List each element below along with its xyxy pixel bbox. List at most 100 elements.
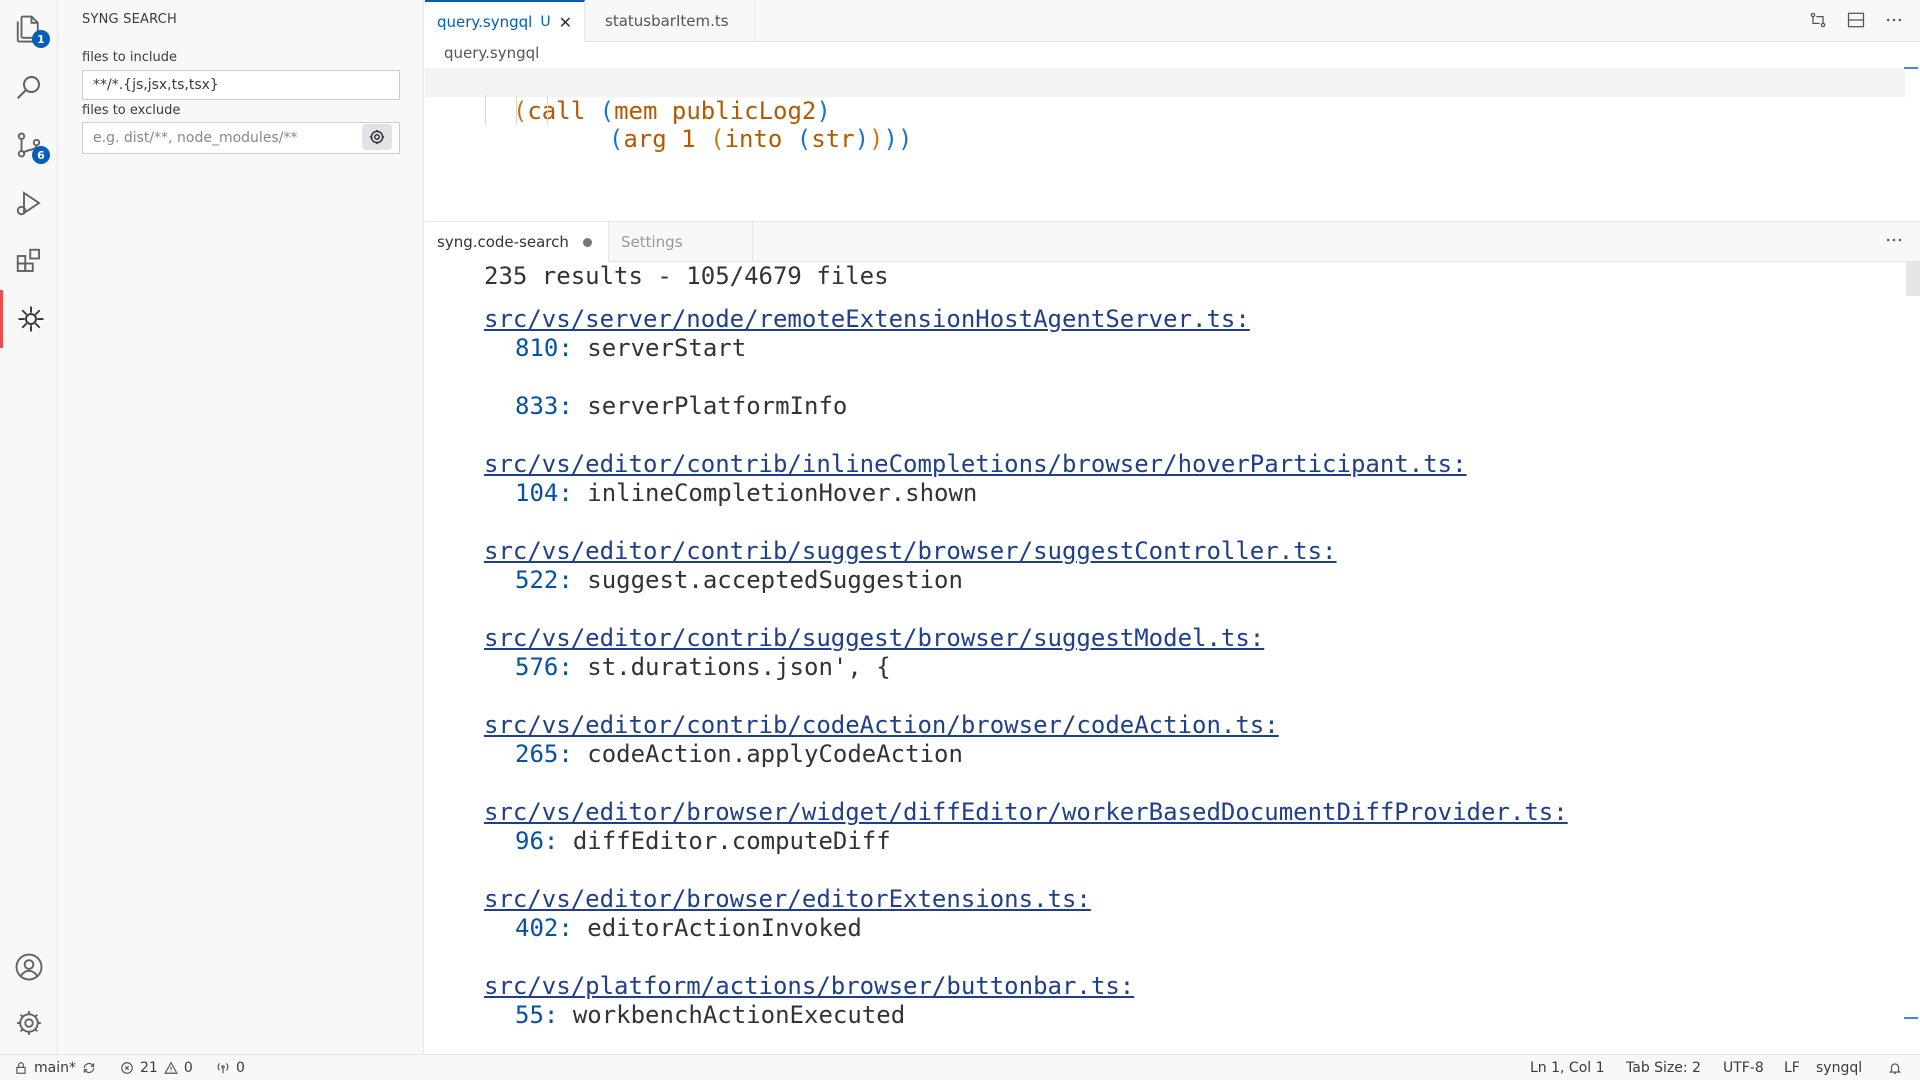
run-debug-icon [16,191,41,216]
source-control-button[interactable]: 6 [0,116,58,174]
result-file-link[interactable]: src/vs/editor/contrib/inlineCompletions/… [484,450,1467,478]
result-file-link[interactable]: src/vs/editor/contrib/suggest/browser/su… [484,537,1337,565]
match-text: st.durations.json', { [587,653,891,681]
result-match[interactable]: 402: editorActionInvoked [515,914,862,942]
match-text: suggest.acceptedSuggestion [587,566,963,594]
match-text: codeAction.applyCodeAction [587,740,963,768]
warning-icon [164,1061,178,1074]
result-match[interactable]: 576: st.durations.json', { [515,653,891,681]
exclude-settings-button[interactable] [362,124,392,150]
more-actions-icon [1886,238,1902,242]
search-results: 235 results - 105/4679 files src/vs/serv… [425,262,1905,1054]
lock-icon [16,1062,26,1074]
search-button[interactable] [0,58,58,116]
exclude-input[interactable] [82,122,400,154]
tab-size[interactable]: Tab Size: 2 [1626,1055,1701,1080]
match-line-number: 104: [515,479,573,507]
tab-statusbaritem[interactable]: statusbarItem.ts [585,0,755,42]
result-match[interactable]: 96: diffEditor.computeDiff [515,827,891,855]
result-match[interactable]: 104: inlineCompletionHover.shown [515,479,977,507]
scrollbar-marker [1904,1017,1918,1019]
include-input[interactable] [82,70,400,100]
result-match[interactable]: 265: codeAction.applyCodeAction [515,740,963,768]
ports-count: 0 [236,1060,245,1076]
paren: ) [854,125,870,153]
result-file-link[interactable]: src/vs/server/node/remoteExtensionHostAg… [484,305,1250,333]
tab-settings[interactable]: Settings [609,222,753,262]
editor-tabbar: query.syngql U ✕ statusbarItem.ts [425,0,1920,42]
indent-guide [485,95,486,125]
result-match[interactable]: 833: serverPlatformInfo [515,392,847,420]
problems-status[interactable]: 21 0 [120,1055,193,1080]
match-text: serverStart [587,334,747,362]
encoding[interactable]: UTF-8 [1723,1055,1764,1080]
error-count: 21 [140,1060,158,1076]
unsaved-dot-icon[interactable] [582,237,592,247]
result-file-link[interactable]: src/vs/editor/contrib/suggest/browser/su… [484,624,1264,652]
explorer-badge: 1 [32,30,50,48]
results-tabbar: syng.code-search Settings [425,222,1920,262]
query-line-1[interactable]: (call (mem publicLog2) [425,68,1905,125]
match-line-number: 55: [515,1001,559,1029]
extensions-icon [16,248,40,272]
untracked-indicator: U [540,14,551,30]
split-editor-icon[interactable] [1846,10,1866,30]
results-more-actions[interactable] [1884,230,1904,254]
scrollbar-thumb[interactable] [1906,262,1920,296]
result-match[interactable]: 810: serverStart [515,334,746,362]
match-text: workbenchActionExecuted [572,1001,906,1029]
close-icon[interactable]: ✕ [559,13,572,32]
extensions-button[interactable] [0,232,58,290]
match-line-number: 810: [515,334,573,362]
search-icon [17,76,40,99]
paren: ( [710,125,725,153]
cursor-position[interactable]: Ln 1, Col 1 [1530,1055,1605,1080]
editor-actions [1808,10,1904,30]
result-match[interactable]: 55: workbenchActionExecuted [515,1001,905,1029]
result-match[interactable]: 522: suggest.acceptedSuggestion [515,566,963,594]
broadcast-icon [217,1062,229,1074]
accounts-button[interactable] [0,938,58,996]
result-file-link[interactable]: src/vs/editor/contrib/codeAction/browser… [484,711,1279,739]
language-mode[interactable]: syngql [1816,1055,1862,1080]
more-actions-icon[interactable] [1884,10,1904,30]
notifications-button[interactable] [1888,1055,1902,1080]
sync-icon[interactable] [82,1061,96,1075]
syng-search-button[interactable] [0,290,58,348]
match-text: editorActionInvoked [587,914,862,942]
run-debug-button[interactable] [0,174,58,232]
tab-query-syngql[interactable]: query.syngql U ✕ [425,0,585,42]
tab-label: Settings [621,233,683,251]
paren: ) [869,125,884,153]
indent-guide [516,95,517,125]
manage-button[interactable] [0,994,58,1052]
result-file-link[interactable]: src/vs/editor/browser/widget/diffEditor/… [484,798,1568,826]
branch-status[interactable]: main* [14,1055,96,1080]
result-file-link[interactable]: src/vs/platform/actions/browser/buttonba… [484,972,1134,1000]
result-file-link[interactable]: src/vs/editor/browser/editorExtensions.t… [484,885,1091,913]
end-of-line[interactable]: LF [1784,1055,1800,1080]
ports-status[interactable]: 0 [216,1055,245,1080]
match-line-number: 402: [515,914,573,942]
match-line-number: 522: [515,566,573,594]
breadcrumb[interactable]: query.syngql [444,44,539,62]
tab-syng-code-search[interactable]: syng.code-search [425,222,609,262]
query-line-2[interactable]: (arg 1 (into (str)))) [425,96,1905,153]
match-line-number: 96: [515,827,559,855]
scrollbar-marker [1904,67,1918,69]
compare-changes-icon[interactable] [1808,10,1828,30]
warning-count: 0 [183,1060,193,1076]
paren: ( [796,125,812,153]
syng-search-sidebar: SYNG SEARCH files to include files to ex… [58,0,424,1054]
explorer-button[interactable]: 1 [0,0,58,58]
spark-icon [18,306,43,332]
gear-icon [369,129,385,145]
